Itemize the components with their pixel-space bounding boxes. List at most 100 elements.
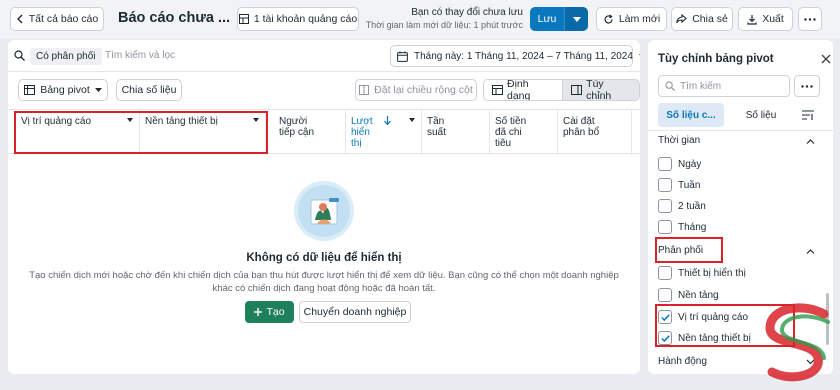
column-label: Lượt hiển thị [351,116,373,149]
create-label: Tạo [266,306,285,318]
caret-down-icon [94,88,102,92]
report-title[interactable]: Báo cáo chưa ... [118,10,230,26]
empty-state-title: Không có dữ liệu để hiển thị [246,252,402,264]
more-icon [801,84,813,88]
checkbox[interactable] [658,266,672,280]
back-label: Tất cả báo cáo [28,13,99,25]
refresh-icon [603,13,614,25]
highlight-box [655,237,723,263]
refresh-label: Làm mới [618,13,661,25]
column-label: Số tiền đã chi tiêu [495,116,527,149]
back-button[interactable]: Tất cả báo cáo [10,7,104,31]
caret-down-icon [572,16,581,22]
accounts-grid-icon [238,14,249,24]
refresh-time-text: Thời gian làm mới dữ liệu: 1 phút trước [365,20,523,30]
watermark-logo [765,303,830,382]
tab-metrics[interactable]: Số liệu c... [658,103,724,127]
option-label: 2 tuần [678,200,706,212]
ad-accounts-button[interactable]: 1 tài khoản quảng cáo [237,7,359,31]
option-week[interactable]: Tuần [658,178,700,192]
section-time[interactable]: Thời gian [658,135,700,146]
panel-title: Tùy chỉnh bảng pivot [658,53,774,65]
column-header-impressions[interactable]: Lượt hiển thị [346,110,422,155]
unsaved-status: Bạn có thay đổi chưa lưu Thời gian làm m… [366,7,523,31]
chevron-up-icon[interactable] [806,247,815,256]
sort-filter-icon[interactable] [798,106,818,124]
share-label: Chia sẻ [692,13,728,25]
save-dropdown-button[interactable] [564,7,588,31]
column-header-frequency[interactable]: Tần suất [422,110,490,155]
date-range-label: Tháng này: 1 Tháng 11, 2024 – 7 Tháng 11… [414,50,633,62]
plus-icon [254,308,263,316]
tab-data[interactable]: Số liệu [736,103,786,127]
unsaved-text: Bạn có thay đổi chưa lưu [411,7,523,18]
delivery-filter-chip[interactable]: Có phân phối [30,48,102,65]
panel-more-button[interactable] [794,75,820,97]
column-label: Cài đặt phân bổ [563,116,600,138]
ad-accounts-label: 1 tài khoản quảng cáo [253,13,358,25]
create-button[interactable]: Tạo [245,301,294,323]
checkbox[interactable] [658,157,672,171]
column-header-reach[interactable]: Người tiếp cận [274,110,346,155]
option-2-weeks[interactable]: 2 tuần [658,199,706,213]
empty-state-description: Tạo chiến dịch mới hoặc chờ đến khi chiế… [29,270,619,294]
search-icon [665,81,675,91]
reset-column-width-label: Đặt lại chiều rộng cột [374,84,473,96]
export-button[interactable]: Xuất [738,7,793,31]
option-label: Tuần [678,179,701,191]
option-month[interactable]: Tháng [658,220,706,234]
panel-icon [571,85,583,95]
customize-button[interactable]: Tùy chỉnh [563,80,639,100]
report-panel: Có phân phối Tìm kiếm và lọc Tháng này: … [8,40,640,374]
checkbox[interactable] [658,220,672,234]
more-icon [804,17,816,21]
column-width-icon [359,85,370,95]
option-label: Tháng [678,221,707,233]
save-group: Lưu [530,7,588,31]
column-header-amount-spent[interactable]: Số tiền đã chi tiêu [490,110,558,155]
reset-column-width-button[interactable]: Đặt lại chiều rộng cột [355,79,477,101]
option-label: Thiết bị hiển thị [678,267,746,279]
filter-bar: Có phân phối Tìm kiếm và lọc Tháng này: … [8,40,640,72]
panel-search-placeholder: Tìm kiếm [680,80,722,92]
download-icon [747,14,757,25]
option-day[interactable]: Ngày [658,157,701,171]
pivot-table-button[interactable]: Bảng pivot [18,79,108,101]
section-action[interactable]: Hành động [658,356,707,367]
format-label: Định dạng [507,79,531,101]
table-toolbar: Bảng pivot Chia số liệu Đặt lại chiều rộ… [8,76,640,104]
pivot-table-icon [24,85,36,95]
search-filter-input[interactable]: Tìm kiếm và lọc [105,50,175,61]
sort-down-icon [384,116,391,125]
panel-search-input[interactable]: Tìm kiếm [658,75,790,97]
chevron-left-icon [16,14,24,24]
column-header-attribution[interactable]: Cài đặt phân bổ [558,110,632,155]
format-button[interactable]: Định dạng [484,79,564,101]
refresh-button[interactable]: Làm mới [596,7,667,31]
more-options-button[interactable] [798,7,822,31]
calendar-icon [397,51,408,62]
table-format-icon [492,85,503,95]
caret-down-icon[interactable] [409,118,415,122]
chevron-up-icon[interactable] [806,137,815,146]
caret-down-icon [638,53,640,59]
share-button[interactable]: Chia sẻ [671,7,733,31]
switch-business-button[interactable]: Chuyển doanh nghiệp [299,301,411,323]
search-icon [14,50,25,61]
split-metrics-button[interactable]: Chia số liệu [116,79,182,101]
checkbox[interactable] [658,288,672,302]
option-label: Ngày [678,158,702,170]
option-label: Nền tảng [678,289,719,301]
checkbox[interactable] [658,199,672,213]
date-range-picker[interactable]: Tháng này: 1 Tháng 11, 2024 – 7 Tháng 11… [390,45,640,67]
option-platform[interactable]: Nền tảng [658,288,719,302]
empty-state-illustration [8,180,640,245]
option-impression-device[interactable]: Thiết bị hiển thị [658,266,746,280]
close-icon[interactable] [821,53,831,67]
pivot-table-label: Bảng pivot [40,84,90,96]
view-toggle: Định dạng Tùy chỉnh [483,79,640,101]
save-button[interactable]: Lưu [530,7,564,31]
top-bar: Tất cả báo cáo Báo cáo chưa ... 1 tài kh… [0,0,840,38]
highlight-box [14,111,268,154]
checkbox[interactable] [658,178,672,192]
